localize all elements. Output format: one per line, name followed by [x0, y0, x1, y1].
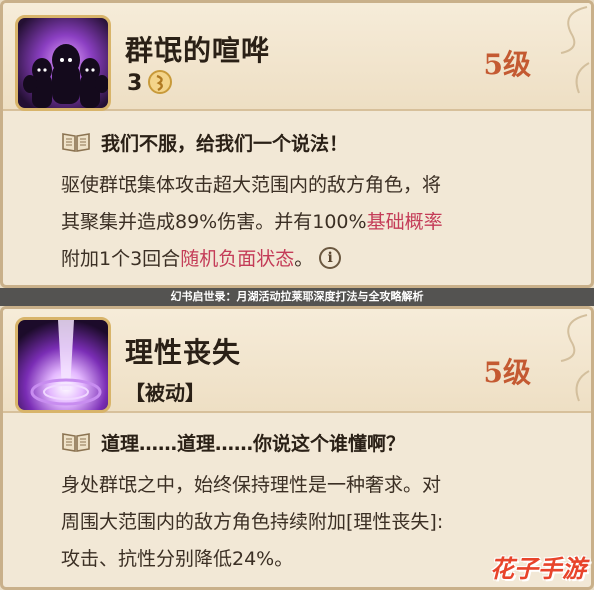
- book-icon: [62, 433, 90, 452]
- skill-name: 群氓的喧哗: [125, 34, 271, 67]
- skill-card-2: 理性丧失 【被动】 5级 道理……道理……你说这个谁懂啊？ 身处群氓之中，始终保…: [0, 306, 594, 590]
- skill-card-header: 理性丧失 【被动】 5级: [3, 309, 591, 413]
- keyword-link[interactable]: 基础概率: [367, 211, 443, 233]
- skill-description: 驱使群氓集体攻击超大范围内的敌方角色，将 其聚集并造成89%伤害。并有100%基…: [61, 167, 551, 278]
- skill-cost: 3: [127, 71, 143, 96]
- corner-ornament-icon: [560, 314, 590, 402]
- desc-line: 攻击、抗性分别降低24%。: [61, 548, 294, 570]
- purple-vortex-icon[interactable]: [15, 317, 111, 413]
- skill-description: 身处群氓之中，始终保持理性是一种奢求。对 周围大范围内的敌方角色持续附加[理性丧…: [61, 467, 551, 578]
- skill-quote: 我们不服，给我们一个说法！: [61, 127, 348, 157]
- skill-level: 5级: [483, 48, 531, 81]
- desc-line: 其聚集并造成89%伤害。并有100%基础概率: [61, 211, 443, 233]
- desc-line: 周围大范围内的敌方角色持续附加[理性丧失]:: [61, 511, 444, 533]
- banner-text: 幻书启世录：月湖活动拉莱耶深度打法与全攻略解析: [170, 290, 424, 303]
- skill-quote: 道理……道理……你说这个谁懂啊？: [61, 427, 405, 457]
- site-watermark: 花子手游: [490, 555, 586, 583]
- keyword-link[interactable]: 随机负面状态: [180, 248, 294, 270]
- title-banner: 幻书启世录：月湖活动拉莱耶深度打法与全攻略解析: [0, 288, 594, 306]
- book-icon: [62, 133, 90, 152]
- skill-type-tag: 【被动】: [125, 381, 205, 405]
- skill-level: 5级: [483, 356, 531, 389]
- info-icon[interactable]: i: [319, 246, 342, 269]
- quote-text: 道理……道理……你说这个谁懂啊？: [101, 432, 406, 455]
- skill-card-header: 群氓的喧哗 3 5级: [3, 3, 591, 111]
- desc-line: 身处群氓之中，始终保持理性是一种奢求。对: [61, 474, 442, 496]
- desc-line: 驱使群氓集体攻击超大范围内的敌方角色，将: [61, 174, 442, 196]
- shadow-crowd-icon[interactable]: [15, 15, 111, 111]
- quote-text: 我们不服，给我们一个说法！: [101, 132, 349, 155]
- skill-card-1: 群氓的喧哗 3 5级 我们不服，给我们一个说法！ 驱使群氓集体攻击超大范围内的敌…: [0, 0, 594, 288]
- corner-ornament-icon: [560, 6, 590, 94]
- desc-line: 附加1个3回合随机负面状态。 i: [61, 241, 551, 278]
- energy-orb-icon: [148, 70, 172, 94]
- skill-name: 理性丧失: [125, 336, 242, 369]
